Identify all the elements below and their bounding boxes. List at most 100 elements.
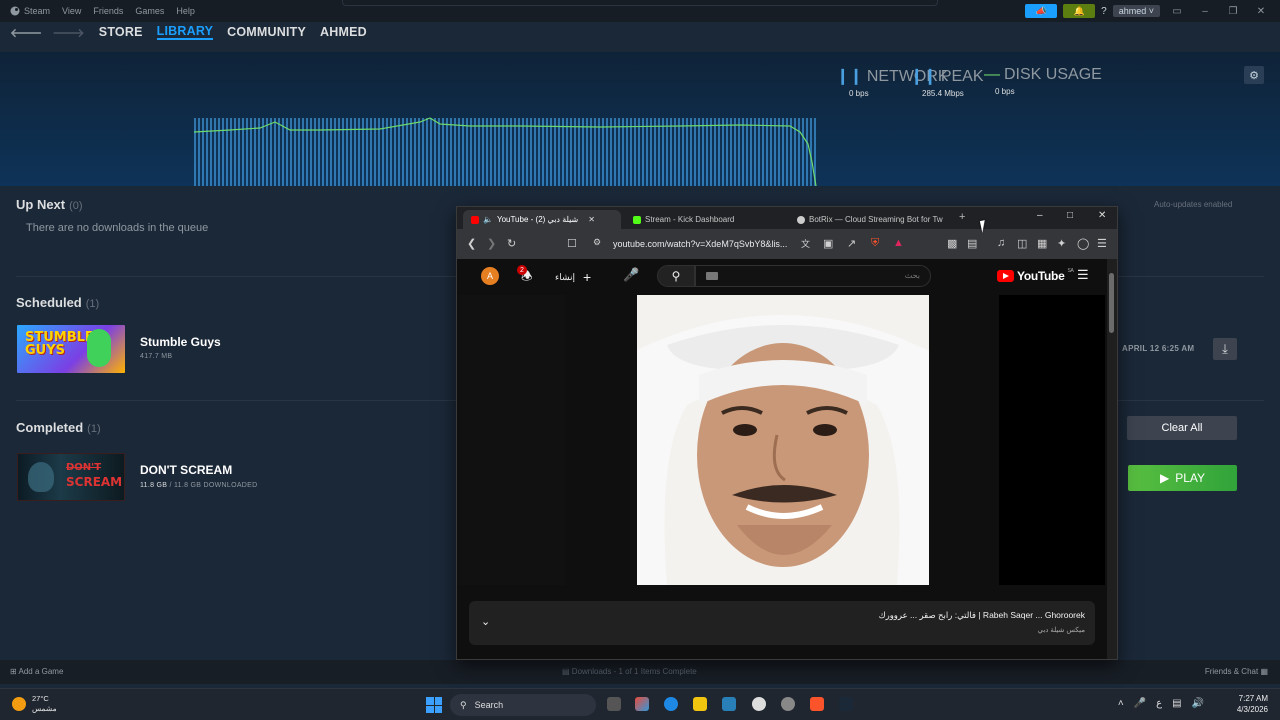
sun-icon — [12, 697, 26, 711]
stumble-guys-thumbnail[interactable]: STUMBLE GUYS — [17, 325, 125, 373]
file-explorer-icon[interactable] — [693, 697, 707, 711]
tab-botrix-label: BotRix — Cloud Streaming Bot for Tw — [809, 215, 943, 224]
nav-store[interactable]: STORE — [99, 25, 143, 39]
brave-icon[interactable] — [810, 697, 824, 711]
sidebar-icon[interactable]: ◫ — [1017, 237, 1027, 250]
help-button[interactable]: ? — [1101, 6, 1107, 17]
downloads-status[interactable]: ▤ Downloads - 1 of 1 Items Complete — [562, 667, 697, 676]
menu-friends[interactable]: Friends — [93, 6, 123, 16]
clear-all-button[interactable]: Clear All — [1127, 416, 1237, 440]
vertical-scrollbar[interactable] — [1107, 259, 1117, 659]
cast-icon[interactable]: ▣ — [823, 237, 833, 250]
extensions-icon[interactable]: ▩ — [947, 237, 957, 250]
hamburger-menu-icon[interactable]: ☰ — [1077, 267, 1089, 283]
clock[interactable]: 7:27 AM 4/3/2026 — [1237, 693, 1268, 715]
nav-library[interactable]: LIBRARY — [156, 24, 214, 40]
share-icon[interactable]: ↗ — [847, 237, 856, 250]
youtube-header: A 🕭 2 إنشاء + 🎤 ⚲ بحث YouTube SA ☰ — [457, 259, 1117, 295]
taskbar-search[interactable]: ⚲ Search — [450, 694, 596, 716]
reload-icon[interactable]: ↻ — [507, 237, 516, 250]
chevron-up-icon[interactable]: ˄ — [1118, 698, 1124, 709]
weather-widget[interactable]: 27°C مشمس — [12, 694, 57, 714]
windows-start-button[interactable] — [426, 697, 442, 713]
avatar[interactable]: A — [481, 267, 499, 285]
back-arrow-icon[interactable]: 🡐 — [10, 25, 42, 40]
forward-icon[interactable]: ❯ — [487, 237, 496, 250]
steam-logo[interactable]: Steam — [10, 6, 50, 16]
new-tab-button[interactable]: + — [959, 211, 965, 223]
notifications-button[interactable]: 🔔 — [1063, 4, 1096, 18]
task-view-icon[interactable] — [607, 697, 621, 711]
now-playing-panel[interactable]: ⌄ فالتي: رابح صقر ... عروورك | Rabeh Saq… — [469, 601, 1095, 645]
scheduled-game-name[interactable]: Stumble Guys — [140, 335, 221, 349]
tab-kick[interactable]: Stream - Kick Dashboard — [633, 210, 783, 229]
now-playing-channel: ميكس شيلة دبي — [1037, 627, 1086, 634]
microphone-icon[interactable]: 🎤 — [623, 267, 639, 283]
site-info-icon[interactable]: ⚙ — [593, 237, 601, 248]
completed-count: (1) — [87, 423, 101, 435]
dont-scream-thumbnail[interactable]: DON'T SCREAM — [17, 453, 125, 501]
up-next-title: Up Next (0) — [16, 197, 83, 212]
peak-bar-icon: ❙❙ — [910, 68, 937, 85]
menu-view[interactable]: View — [62, 6, 81, 16]
youtube-logo[interactable]: YouTube SA — [997, 268, 1074, 283]
minimize-button[interactable]: – — [1194, 6, 1216, 17]
account-menu[interactable]: ahmed ˅ — [1112, 5, 1160, 17]
back-icon[interactable]: ❮ — [467, 237, 476, 250]
media-icon[interactable]: ♫ — [997, 237, 1005, 249]
nav-profile[interactable]: AHMED — [320, 25, 367, 39]
create-button[interactable]: إنشاء + — [555, 269, 591, 285]
address-bar[interactable]: youtube.com/watch?v=XdeM7qSvbY8&lis... — [613, 239, 787, 249]
completed-game-name[interactable]: DON'T SCREAM — [140, 463, 232, 477]
video-thumbnail-image — [637, 295, 929, 585]
browser-close-button[interactable]: ✕ — [1098, 210, 1106, 221]
tab-youtube[interactable]: 🔈 YouTube - شيلة دبي (2) ✕ — [463, 210, 621, 229]
bookmark-icon[interactable]: ☐ — [567, 237, 577, 250]
edge-icon[interactable] — [664, 697, 678, 711]
add-game-button[interactable]: ⊞ Add a Game — [10, 667, 63, 676]
download-button[interactable]: ⤓ — [1213, 338, 1237, 360]
leo-icon[interactable]: ✦ — [1057, 237, 1066, 250]
close-icon[interactable]: ✕ — [588, 215, 595, 224]
volume-icon[interactable]: 🔊 — [1192, 698, 1204, 709]
mouse-cursor — [979, 219, 993, 233]
brave-rewards-icon[interactable]: ▲ — [893, 237, 904, 249]
menu-help[interactable]: Help — [176, 6, 195, 16]
search-input[interactable]: بحث — [695, 265, 931, 287]
maximize-button[interactable]: ❐ — [1222, 6, 1244, 17]
downloads-icon[interactable]: ▤ — [967, 237, 977, 250]
nav-community[interactable]: COMMUNITY — [227, 25, 306, 39]
video-frame[interactable] — [637, 295, 929, 585]
network-icon[interactable]: ▤ — [1172, 698, 1181, 709]
tab-botrix[interactable]: BotRix — Cloud Streaming Bot for Tw — [797, 210, 943, 229]
search-icon: ⚲ — [460, 699, 467, 710]
brave-shield-icon[interactable]: ⛨ — [871, 237, 879, 250]
disk-value: 0 bps — [995, 87, 1015, 96]
browser-minimize-button[interactable]: – — [1037, 210, 1043, 221]
keyboard-icon[interactable] — [706, 272, 718, 280]
announcements-button[interactable]: 📣 — [1025, 4, 1058, 18]
forward-arrow-icon[interactable]: 🡒 — [52, 25, 84, 40]
menu-games[interactable]: Games — [135, 6, 164, 16]
app-icon[interactable] — [781, 697, 795, 711]
close-button[interactable]: ✕ — [1250, 6, 1272, 17]
settings-button[interactable]: ⚙ — [1244, 66, 1264, 84]
video-player[interactable] — [459, 295, 1107, 585]
friends-chat-button[interactable]: Friends & Chat ▦ — [1205, 667, 1268, 676]
vpn-icon[interactable]: ◯ — [1077, 237, 1089, 250]
microphone-icon[interactable]: 🎤 — [1134, 698, 1146, 709]
browser-maximize-button[interactable]: □ — [1067, 210, 1073, 221]
play-button[interactable]: ▶ PLAY — [1128, 465, 1237, 491]
copilot-icon[interactable] — [635, 697, 649, 711]
steam-taskbar-icon[interactable] — [839, 697, 853, 711]
scroll-thumb[interactable] — [1109, 273, 1114, 333]
menu-icon[interactable]: ☰ — [1097, 237, 1107, 250]
store-icon[interactable] — [722, 697, 736, 711]
chrome-icon[interactable] — [752, 697, 766, 711]
language-indicator[interactable]: ع — [1156, 698, 1162, 709]
translate-icon[interactable]: 文 — [801, 237, 810, 250]
wallet-icon[interactable]: ▦ — [1037, 237, 1047, 250]
chevron-down-icon[interactable]: ⌄ — [481, 615, 490, 628]
search-button[interactable]: ⚲ — [657, 265, 695, 287]
screen-icon[interactable]: ▭ — [1166, 6, 1188, 17]
